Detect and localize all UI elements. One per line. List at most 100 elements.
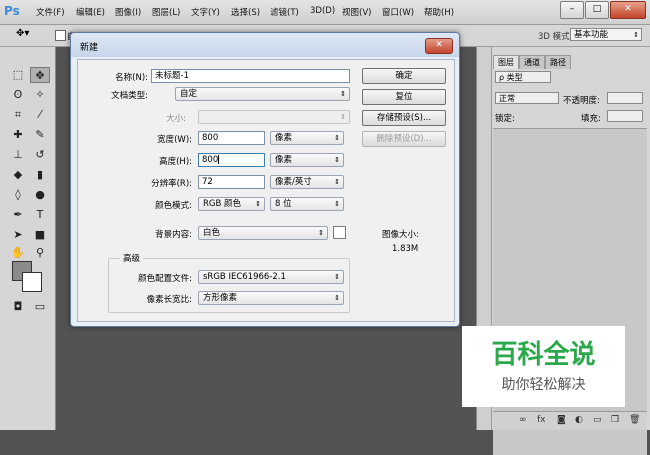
marquee-tool-icon[interactable]: ⬚ xyxy=(8,67,28,83)
resolution-label: 分辨率(R): xyxy=(151,179,192,189)
resolution-unit-select[interactable]: 像素/英寸 ⇕ xyxy=(270,175,344,189)
workspace-select[interactable]: 基本功能 xyxy=(570,28,642,42)
menu-view[interactable]: 视图(V) xyxy=(342,6,371,18)
eraser-tool-icon[interactable]: ◆ xyxy=(8,167,28,183)
minimize-button[interactable]: – xyxy=(560,1,584,19)
width-unit-select[interactable]: 像素 ⇕ xyxy=(270,131,344,145)
width-label: 宽度(W): xyxy=(157,135,192,145)
name-input[interactable]: 未标题-1 xyxy=(151,69,350,83)
menu-image[interactable]: 图像(I) xyxy=(115,6,141,18)
select-arrow-icon: ⇕ xyxy=(340,90,346,98)
menu-file[interactable]: 文件(F) xyxy=(36,6,65,18)
resolution-input[interactable]: 72 xyxy=(198,175,265,189)
type-tool-icon[interactable]: T xyxy=(30,207,50,223)
menu-layer[interactable]: 图层(L) xyxy=(152,6,180,18)
layers-footer: ∞ fx ◙ ◐ ▭ ❐ 🗑 xyxy=(493,411,647,430)
tab-paths[interactable]: 路径 xyxy=(545,55,571,69)
image-size-label: 图像大小: xyxy=(382,230,419,240)
dialog-titlebar[interactable]: 新建 ✕ xyxy=(71,33,459,57)
tab-channels[interactable]: 通道 xyxy=(519,55,545,69)
preset-value: 自定 xyxy=(180,89,198,99)
crop-tool-icon[interactable]: ⌗ xyxy=(8,107,28,123)
new-layer-icon[interactable]: ❐ xyxy=(611,415,619,425)
watermark-subtitle: 助你轻松解决 xyxy=(501,377,586,393)
zoom-tool-icon[interactable]: ⚲ xyxy=(30,245,50,261)
menu-window[interactable]: 窗口(W) xyxy=(382,6,414,18)
fx-icon[interactable]: fx xyxy=(537,415,546,425)
select-arrow-icon: ⇕ xyxy=(340,113,346,121)
height-label: 高度(H): xyxy=(159,157,192,167)
ok-button[interactable]: 确定 xyxy=(362,68,446,84)
bit-depth-select[interactable]: 8 位 ⇕ xyxy=(270,197,344,211)
height-unit-select[interactable]: 像素 ⇕ xyxy=(270,153,344,167)
3d-mode-label: 3D 模式 xyxy=(538,32,570,42)
color-profile-select[interactable]: sRGB IEC61966-2.1 ⇕ xyxy=(198,270,344,284)
group-icon[interactable]: ▭ xyxy=(593,415,602,425)
gradient-tool-icon[interactable]: ▮ xyxy=(30,167,50,183)
auto-select-checkbox[interactable] xyxy=(55,30,66,41)
dialog-close-button[interactable]: ✕ xyxy=(425,38,453,54)
quick-mask-icon[interactable]: ◘ xyxy=(8,299,28,315)
dodge-tool-icon[interactable]: ● xyxy=(30,187,50,203)
width-input[interactable]: 800 xyxy=(198,131,265,145)
background-color-swatch[interactable] xyxy=(22,272,42,292)
screen-mode-icon[interactable]: ▭ xyxy=(30,299,50,315)
select-arrow-icon: ⇕ xyxy=(318,229,324,237)
lock-label: 锁定: xyxy=(495,114,515,124)
dialog-body: 名称(N): 未标题-1 文档类型: 自定 ⇕ 大小: ⇕ 宽度(W): 800 … xyxy=(77,59,455,322)
magic-wand-icon[interactable]: ✧ xyxy=(30,87,50,103)
color-mode-select[interactable]: RGB 颜色 ⇕ xyxy=(198,197,265,211)
save-preset-button[interactable]: 存储预设(S)... xyxy=(362,110,446,126)
trash-icon[interactable]: 🗑 xyxy=(629,415,640,425)
photoshop-logo: Ps xyxy=(4,4,20,18)
menu-select[interactable]: 选择(S) xyxy=(231,6,260,18)
layer-kind-filter[interactable]: ρ 类型 xyxy=(495,71,551,83)
pixel-aspect-value: 方形像素 xyxy=(203,293,238,303)
brush-tool-icon[interactable]: ✎ xyxy=(30,127,50,143)
shape-tool-icon[interactable]: ■ xyxy=(30,227,50,243)
fill-input[interactable] xyxy=(607,110,643,122)
menu-filter[interactable]: 滤镜(T) xyxy=(270,6,299,18)
mask-icon[interactable]: ◙ xyxy=(557,415,566,425)
select-arrow-icon: ⇕ xyxy=(334,134,340,142)
background-value: 白色 xyxy=(203,228,221,238)
menu-3d[interactable]: 3D(D) xyxy=(310,6,335,16)
history-brush-icon[interactable]: ↺ xyxy=(30,147,50,163)
maximize-button[interactable]: □ xyxy=(585,1,609,19)
healing-brush-icon[interactable]: ✚ xyxy=(8,127,28,143)
size-label: 大小: xyxy=(166,114,186,124)
menu-help[interactable]: 帮助(H) xyxy=(424,6,454,18)
path-select-icon[interactable]: ➤ xyxy=(8,227,28,243)
eyedropper-icon[interactable]: ⁄ xyxy=(30,107,50,123)
link-icon[interactable]: ∞ xyxy=(519,415,527,425)
preset-select[interactable]: 自定 ⇕ xyxy=(175,87,350,101)
tab-layers[interactable]: 图层 xyxy=(493,55,519,69)
lasso-tool-icon[interactable]: ʘ xyxy=(8,87,28,103)
move-tool-icon[interactable]: ✥ xyxy=(30,67,50,83)
blur-tool-icon[interactable]: ◊ xyxy=(8,187,28,203)
menu-edit[interactable]: 编辑(E) xyxy=(76,6,105,18)
text-caret xyxy=(218,155,220,164)
delete-preset-button: 删除预设(D)... xyxy=(362,131,446,147)
hand-tool-icon[interactable]: ✋ xyxy=(8,245,28,261)
background-color-box[interactable] xyxy=(333,226,346,239)
background-select[interactable]: 白色 ⇕ xyxy=(198,226,328,240)
stamp-tool-icon[interactable]: ⊥ xyxy=(8,147,28,163)
move-tool-icon[interactable]: ✥▾ xyxy=(16,28,29,39)
watermark: 百科全说 助你轻松解决 xyxy=(462,326,625,407)
background-label: 背景内容: xyxy=(155,230,192,240)
pixel-aspect-select[interactable]: 方形像素 ⇕ xyxy=(198,291,344,305)
opacity-input[interactable] xyxy=(607,92,643,104)
close-button[interactable]: ✕ xyxy=(610,1,646,19)
resolution-unit-value: 像素/英寸 xyxy=(275,177,312,187)
height-input[interactable]: 800 xyxy=(198,153,265,167)
select-arrow-icon: ⇕ xyxy=(334,200,340,208)
adjustment-icon[interactable]: ◐ xyxy=(575,415,583,425)
watermark-title: 百科全说 xyxy=(491,340,596,370)
menu-type[interactable]: 文字(Y) xyxy=(191,6,220,18)
pen-tool-icon[interactable]: ✒ xyxy=(8,207,28,223)
menu-bar: Ps 文件(F) 编辑(E) 图像(I) 图层(L) 文字(Y) 选择(S) 滤… xyxy=(0,0,650,25)
color-profile-value: sRGB IEC61966-2.1 xyxy=(203,272,286,282)
reset-button[interactable]: 复位 xyxy=(362,89,446,105)
blend-mode-select[interactable]: 正常 xyxy=(495,92,559,104)
